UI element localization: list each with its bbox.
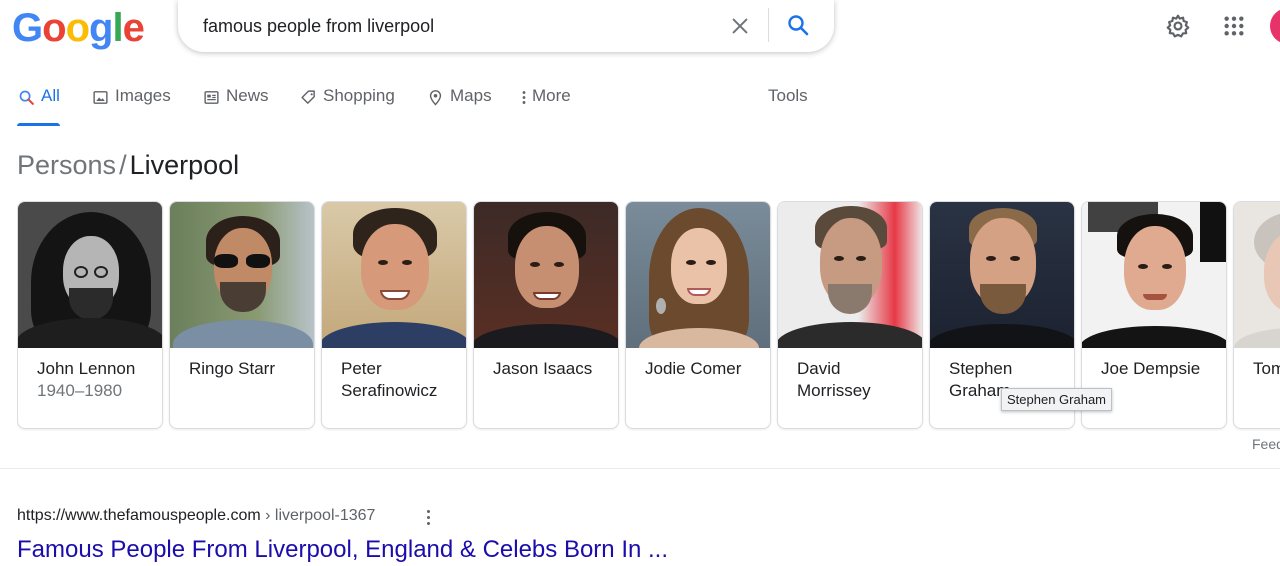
tab-label: More bbox=[532, 86, 571, 105]
feedback-link[interactable]: Feed bbox=[1252, 436, 1280, 452]
person-card-john-lennon[interactable]: John Lennon 1940–1980 bbox=[17, 201, 163, 429]
person-photo bbox=[1082, 202, 1226, 348]
breadcrumb-liverpool: Liverpool bbox=[129, 150, 240, 180]
result-url-path: › liverpool-1367 bbox=[260, 507, 376, 524]
person-photo bbox=[474, 202, 618, 348]
search-icon bbox=[17, 88, 35, 106]
search-box bbox=[178, 0, 834, 52]
google-logo[interactable]: Google bbox=[12, 6, 145, 51]
person-photo bbox=[626, 202, 770, 348]
result-menu-button[interactable] bbox=[420, 506, 436, 528]
tab-label: Maps bbox=[450, 86, 492, 105]
person-card-jason-isaacs[interactable]: Jason Isaacs bbox=[473, 201, 619, 429]
person-name: Tom bbox=[1253, 359, 1280, 378]
person-photo bbox=[778, 202, 922, 348]
persons-breadcrumb: Persons / Liverpool bbox=[17, 150, 239, 181]
person-card-jodie-comer[interactable]: Jodie Comer bbox=[625, 201, 771, 429]
person-name: John Lennon bbox=[37, 359, 136, 378]
clear-search-button[interactable] bbox=[726, 12, 754, 40]
tab-images[interactable]: Images bbox=[91, 86, 171, 126]
person-name: Joe Dempsie bbox=[1101, 359, 1201, 378]
close-icon bbox=[732, 18, 748, 34]
tab-all[interactable]: All bbox=[17, 86, 60, 126]
gear-icon bbox=[1166, 14, 1190, 38]
person-photo bbox=[18, 202, 162, 348]
search-divider bbox=[768, 8, 769, 42]
result-title-link[interactable]: Famous People From Liverpool, England & … bbox=[17, 536, 668, 564]
tab-news[interactable]: News bbox=[202, 86, 269, 126]
image-icon bbox=[91, 88, 109, 106]
google-apps-button[interactable] bbox=[1218, 10, 1250, 42]
breadcrumb-separator: / bbox=[119, 150, 127, 180]
more-vert-icon bbox=[426, 509, 430, 513]
logo-letter: e bbox=[122, 6, 145, 50]
tooltip-stephen-graham: Stephen Graham bbox=[1001, 388, 1113, 411]
result-url[interactable]: https://www.thefamouspeople.com › liverp… bbox=[17, 507, 375, 525]
person-card-ringo-starr[interactable]: Ringo Starr bbox=[169, 201, 315, 429]
news-icon bbox=[202, 88, 220, 106]
tab-maps[interactable]: Maps bbox=[426, 86, 492, 126]
pin-icon bbox=[426, 88, 444, 106]
section-divider bbox=[0, 468, 1280, 469]
person-card-david-morrissey[interactable]: David Morrissey bbox=[777, 201, 923, 429]
person-name: Jason Isaacs bbox=[493, 359, 593, 378]
person-name: Peter Serafinowicz bbox=[341, 359, 438, 400]
logo-letter: o bbox=[42, 6, 66, 50]
person-photo bbox=[1234, 202, 1280, 348]
tab-label: News bbox=[226, 86, 269, 105]
account-avatar[interactable] bbox=[1270, 8, 1280, 44]
logo-letter: G bbox=[12, 6, 43, 50]
person-photo bbox=[322, 202, 466, 348]
more-vert-icon bbox=[518, 88, 530, 106]
grid-icon bbox=[1224, 16, 1244, 36]
person-name: Jodie Comer bbox=[645, 359, 742, 378]
person-card-peter-serafinowicz[interactable]: Peter Serafinowicz bbox=[321, 201, 467, 429]
tab-label: All bbox=[41, 86, 60, 105]
tab-label: Shopping bbox=[323, 86, 395, 105]
tag-icon bbox=[299, 88, 317, 106]
person-name: David Morrissey bbox=[797, 359, 871, 400]
person-lifespan: 1940–1980 bbox=[37, 381, 123, 400]
person-photo bbox=[930, 202, 1074, 348]
person-photo bbox=[170, 202, 314, 348]
person-name: Ringo Starr bbox=[189, 359, 275, 378]
tools-button[interactable]: Tools bbox=[768, 86, 808, 106]
logo-letter: l bbox=[112, 6, 123, 50]
more-vert-icon-dot bbox=[426, 521, 430, 525]
tab-shopping[interactable]: Shopping bbox=[299, 86, 395, 126]
logo-letter: g bbox=[89, 6, 113, 50]
breadcrumb-persons[interactable]: Persons bbox=[17, 150, 116, 180]
magnifier-icon bbox=[788, 15, 809, 36]
search-input[interactable] bbox=[203, 13, 703, 39]
logo-letter: o bbox=[65, 6, 90, 50]
more-vert-icon-dot bbox=[426, 515, 430, 519]
settings-button[interactable] bbox=[1162, 10, 1194, 42]
tab-more[interactable]: More bbox=[518, 86, 571, 126]
result-url-base: https://www.thefamouspeople.com bbox=[17, 507, 261, 524]
search-submit-button[interactable] bbox=[783, 10, 813, 40]
person-card-tom[interactable]: Tom bbox=[1233, 201, 1280, 429]
tab-label: Images bbox=[115, 86, 171, 105]
